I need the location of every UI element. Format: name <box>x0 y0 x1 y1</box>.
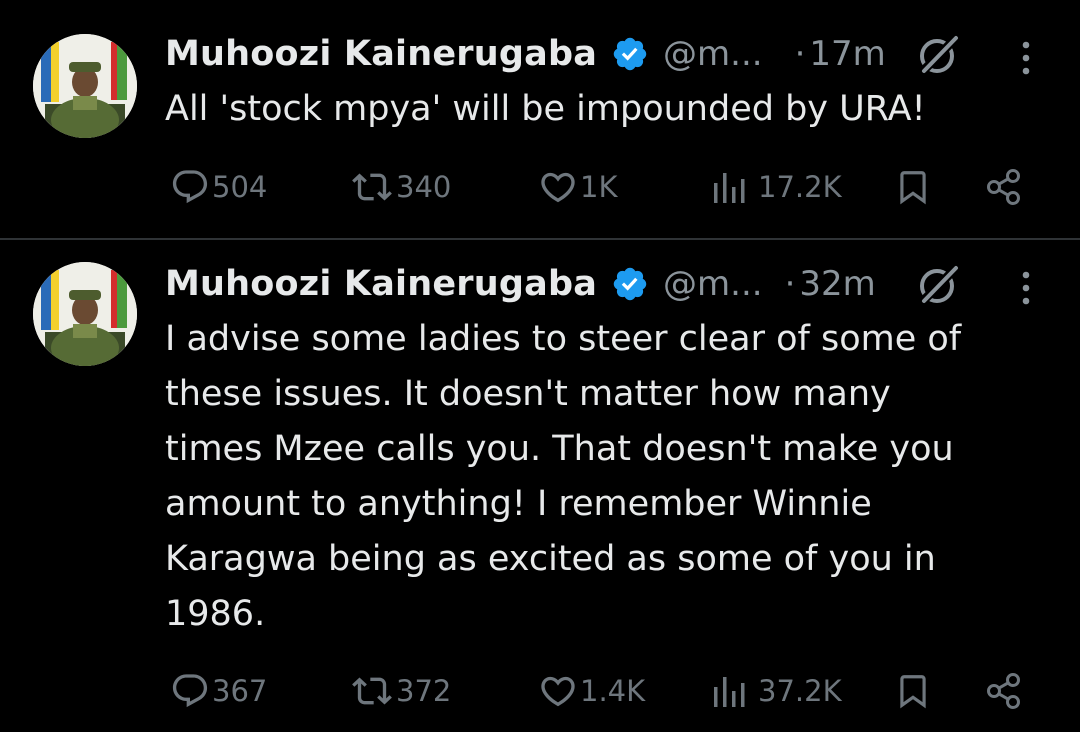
tweet-text: All 'stock mpya' will be impounded by UR… <box>165 89 926 129</box>
like-count: 1K <box>580 170 618 204</box>
like-button[interactable]: 1.4K <box>538 666 645 716</box>
like-count: 1.4K <box>580 674 646 708</box>
separator-dot: · <box>794 34 806 74</box>
avatar[interactable] <box>33 262 137 366</box>
share-button[interactable] <box>984 666 1024 716</box>
avatar-image <box>33 34 137 138</box>
more-icon[interactable] <box>1016 38 1036 78</box>
author-name[interactable]: Muhoozi Kainerugaba <box>165 34 597 74</box>
like-icon <box>541 676 575 707</box>
views-button[interactable]: 17.2K <box>712 162 842 212</box>
share-button[interactable] <box>984 162 1024 212</box>
action-bar: 367 372 1.4K 37.2K <box>0 666 1080 716</box>
tweet-text: I advise some ladies to steer clear of s… <box>165 319 962 634</box>
author-name[interactable]: Muhoozi Kainerugaba <box>165 264 597 304</box>
views-icon <box>714 677 745 707</box>
repost-icon <box>352 677 392 705</box>
like-icon <box>541 172 575 203</box>
reply-icon <box>172 170 208 204</box>
reply-count: 504 <box>212 170 268 204</box>
author-handle[interactable]: @m... <box>663 264 763 304</box>
avatar[interactable] <box>33 34 137 138</box>
timestamp[interactable]: 17m <box>809 34 885 74</box>
avatar-image <box>33 262 137 366</box>
tweet[interactable]: Muhoozi Kainerugaba @m... · 32m I advise… <box>0 240 1080 732</box>
repost-count: 372 <box>396 674 452 708</box>
like-button[interactable]: 1K <box>538 162 617 212</box>
views-icon <box>714 173 745 203</box>
reply-button[interactable]: 367 <box>170 666 267 716</box>
bookmark-button[interactable] <box>894 666 932 716</box>
bookmark-icon <box>900 675 926 709</box>
bookmark-icon <box>900 171 926 205</box>
tweet-header: Muhoozi Kainerugaba @m... · 17m <box>165 30 886 78</box>
author-handle[interactable]: @m... <box>663 34 763 74</box>
reply-count: 367 <box>212 674 268 708</box>
action-bar: 504 340 1K 17.2K <box>0 162 1080 212</box>
share-icon <box>987 673 1020 709</box>
repost-icon <box>352 173 392 201</box>
grok-icon[interactable] <box>916 262 962 308</box>
tweet-header: Muhoozi Kainerugaba @m... · 32m <box>165 260 876 308</box>
timestamp[interactable]: 32m <box>799 264 875 304</box>
tweet[interactable]: Muhoozi Kainerugaba @m... · 17m All 'sto… <box>0 0 1080 240</box>
views-count: 37.2K <box>758 674 842 708</box>
verified-badge-icon <box>611 265 649 303</box>
reply-button[interactable]: 504 <box>170 162 267 212</box>
repost-button[interactable]: 340 <box>350 162 451 212</box>
repost-count: 340 <box>396 170 452 204</box>
more-icon[interactable] <box>1016 268 1036 308</box>
bookmark-button[interactable] <box>894 162 932 212</box>
reply-icon <box>172 674 208 708</box>
separator-dot: · <box>784 264 796 304</box>
grok-icon[interactable] <box>916 32 962 78</box>
views-button[interactable]: 37.2K <box>712 666 842 716</box>
verified-badge-icon <box>611 35 649 73</box>
repost-button[interactable]: 372 <box>350 666 451 716</box>
views-count: 17.2K <box>758 170 842 204</box>
share-icon <box>987 169 1020 205</box>
